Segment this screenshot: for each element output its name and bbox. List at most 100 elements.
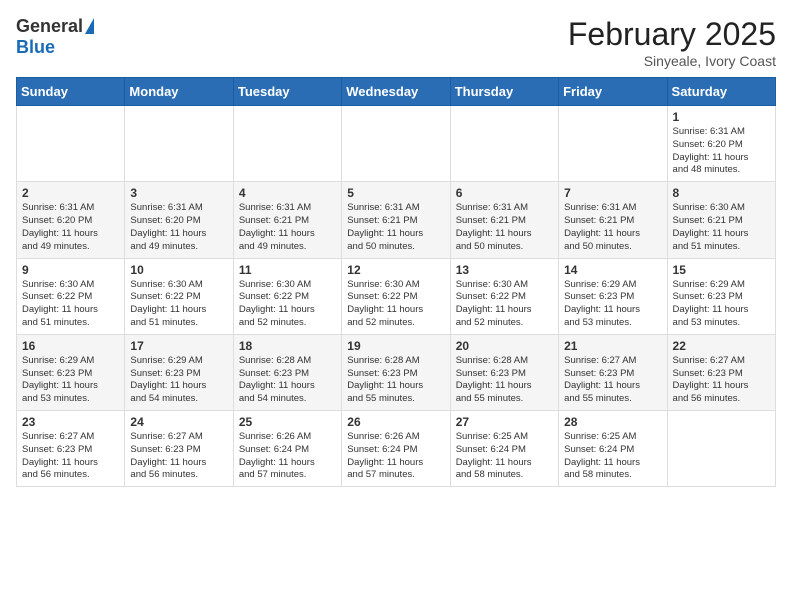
day-number: 13 [456,263,553,277]
day-info: Sunrise: 6:29 AM Sunset: 6:23 PM Dayligh… [22,355,119,406]
logo-blue-text: Blue [16,37,55,58]
day-info: Sunrise: 6:30 AM Sunset: 6:22 PM Dayligh… [456,279,553,330]
calendar-cell: 12 Sunrise: 6:30 AM Sunset: 6:22 PM Dayli… [342,258,450,334]
calendar-week-row: 16 Sunrise: 6:29 AM Sunset: 6:23 PM Dayli… [17,334,776,410]
calendar-cell: 15 Sunrise: 6:29 AM Sunset: 6:23 PM Dayli… [667,258,775,334]
day-header-friday: Friday [559,78,667,106]
calendar-cell: 10Sunrise: 6:30 AM Sunset: 6:22 PM Dayli… [125,258,233,334]
day-info: Sunrise: 6:25 AM Sunset: 6:24 PM Dayligh… [456,431,553,482]
day-number: 14 [564,263,661,277]
day-number: 11 [239,263,336,277]
day-number: 23 [22,415,119,429]
calendar-week-row: 23 Sunrise: 6:27 AM Sunset: 6:23 PM Dayli… [17,411,776,487]
day-number: 17 [130,339,227,353]
calendar-cell: 16 Sunrise: 6:29 AM Sunset: 6:23 PM Dayli… [17,334,125,410]
month-title: February 2025 [568,16,776,53]
day-number: 10 [130,263,227,277]
location-subtitle: Sinyeale, Ivory Coast [568,53,776,69]
day-header-thursday: Thursday [450,78,558,106]
header: General Blue February 2025 Sinyeale, Ivo… [16,16,776,69]
day-info: Sunrise: 6:29 AM Sunset: 6:23 PM Dayligh… [673,279,770,330]
day-info: Sunrise: 6:30 AM Sunset: 6:22 PM Dayligh… [347,279,444,330]
day-info: Sunrise: 6:31 AM Sunset: 6:21 PM Dayligh… [347,202,444,253]
day-number: 8 [673,186,770,200]
day-info: Sunrise: 6:26 AM Sunset: 6:24 PM Dayligh… [239,431,336,482]
day-number: 1 [673,110,770,124]
calendar-cell: 24 Sunrise: 6:27 AM Sunset: 6:23 PM Dayli… [125,411,233,487]
day-number: 19 [347,339,444,353]
day-info: Sunrise: 6:31 AM Sunset: 6:20 PM Dayligh… [130,202,227,253]
day-number: 24 [130,415,227,429]
day-number: 2 [22,186,119,200]
day-number: 25 [239,415,336,429]
calendar-cell: 22Sunrise: 6:27 AM Sunset: 6:23 PM Dayli… [667,334,775,410]
day-info: Sunrise: 6:31 AM Sunset: 6:21 PM Dayligh… [456,202,553,253]
calendar-cell: 28Sunrise: 6:25 AM Sunset: 6:24 PM Dayli… [559,411,667,487]
calendar-cell: 19Sunrise: 6:28 AM Sunset: 6:23 PM Dayli… [342,334,450,410]
day-number: 5 [347,186,444,200]
day-number: 9 [22,263,119,277]
day-info: Sunrise: 6:29 AM Sunset: 6:23 PM Dayligh… [564,279,661,330]
calendar-cell [125,106,233,182]
logo: General Blue [16,16,94,58]
calendar-cell: 20 Sunrise: 6:28 AM Sunset: 6:23 PM Dayli… [450,334,558,410]
logo-general-text: General [16,16,83,37]
day-number: 18 [239,339,336,353]
calendar-cell: 26 Sunrise: 6:26 AM Sunset: 6:24 PM Dayli… [342,411,450,487]
day-info: Sunrise: 6:28 AM Sunset: 6:23 PM Dayligh… [239,355,336,406]
day-info: Sunrise: 6:31 AM Sunset: 6:21 PM Dayligh… [239,202,336,253]
day-number: 7 [564,186,661,200]
calendar-cell: 8 Sunrise: 6:30 AM Sunset: 6:21 PM Daylig… [667,182,775,258]
day-info: Sunrise: 6:30 AM Sunset: 6:21 PM Dayligh… [673,202,770,253]
calendar-cell: 23 Sunrise: 6:27 AM Sunset: 6:23 PM Dayli… [17,411,125,487]
calendar-cell [667,411,775,487]
day-header-monday: Monday [125,78,233,106]
calendar-cell: 5 Sunrise: 6:31 AM Sunset: 6:21 PM Daylig… [342,182,450,258]
day-info: Sunrise: 6:31 AM Sunset: 6:20 PM Dayligh… [22,202,119,253]
calendar-week-row: 1 Sunrise: 6:31 AM Sunset: 6:20 PM Daylig… [17,106,776,182]
calendar-cell: 11 Sunrise: 6:30 AM Sunset: 6:22 PM Dayli… [233,258,341,334]
calendar-week-row: 2 Sunrise: 6:31 AM Sunset: 6:20 PM Daylig… [17,182,776,258]
day-number: 28 [564,415,661,429]
day-info: Sunrise: 6:29 AM Sunset: 6:23 PM Dayligh… [130,355,227,406]
calendar-cell: 4 Sunrise: 6:31 AM Sunset: 6:21 PM Daylig… [233,182,341,258]
day-number: 21 [564,339,661,353]
day-info: Sunrise: 6:27 AM Sunset: 6:23 PM Dayligh… [673,355,770,406]
calendar-cell: 17 Sunrise: 6:29 AM Sunset: 6:23 PM Dayli… [125,334,233,410]
day-info: Sunrise: 6:26 AM Sunset: 6:24 PM Dayligh… [347,431,444,482]
day-info: Sunrise: 6:27 AM Sunset: 6:23 PM Dayligh… [22,431,119,482]
day-info: Sunrise: 6:28 AM Sunset: 6:23 PM Dayligh… [456,355,553,406]
calendar-cell: 2 Sunrise: 6:31 AM Sunset: 6:20 PM Daylig… [17,182,125,258]
day-info: Sunrise: 6:30 AM Sunset: 6:22 PM Dayligh… [22,279,119,330]
day-number: 15 [673,263,770,277]
day-number: 26 [347,415,444,429]
day-number: 16 [22,339,119,353]
day-info: Sunrise: 6:31 AM Sunset: 6:20 PM Dayligh… [673,126,770,177]
calendar-cell: 13 Sunrise: 6:30 AM Sunset: 6:22 PM Dayli… [450,258,558,334]
day-number: 27 [456,415,553,429]
calendar-cell: 3 Sunrise: 6:31 AM Sunset: 6:20 PM Daylig… [125,182,233,258]
day-info: Sunrise: 6:31 AM Sunset: 6:21 PM Dayligh… [564,202,661,253]
calendar-cell [559,106,667,182]
day-info: Sunrise: 6:27 AM Sunset: 6:23 PM Dayligh… [130,431,227,482]
day-header-saturday: Saturday [667,78,775,106]
calendar-cell [17,106,125,182]
title-area: February 2025 Sinyeale, Ivory Coast [568,16,776,69]
calendar-cell: 18 Sunrise: 6:28 AM Sunset: 6:23 PM Dayli… [233,334,341,410]
calendar-cell: 7 Sunrise: 6:31 AM Sunset: 6:21 PM Daylig… [559,182,667,258]
day-number: 12 [347,263,444,277]
day-info: Sunrise: 6:30 AM Sunset: 6:22 PM Dayligh… [239,279,336,330]
calendar-week-row: 9 Sunrise: 6:30 AM Sunset: 6:22 PM Daylig… [17,258,776,334]
calendar-cell: 27 Sunrise: 6:25 AM Sunset: 6:24 PM Dayli… [450,411,558,487]
day-header-sunday: Sunday [17,78,125,106]
calendar-cell [233,106,341,182]
calendar-cell: 9 Sunrise: 6:30 AM Sunset: 6:22 PM Daylig… [17,258,125,334]
calendar-cell: 1 Sunrise: 6:31 AM Sunset: 6:20 PM Daylig… [667,106,775,182]
calendar-cell [450,106,558,182]
logo-triangle-icon [85,18,94,34]
day-number: 4 [239,186,336,200]
day-number: 3 [130,186,227,200]
calendar-cell [342,106,450,182]
day-number: 20 [456,339,553,353]
calendar-cell: 21Sunrise: 6:27 AM Sunset: 6:23 PM Dayli… [559,334,667,410]
